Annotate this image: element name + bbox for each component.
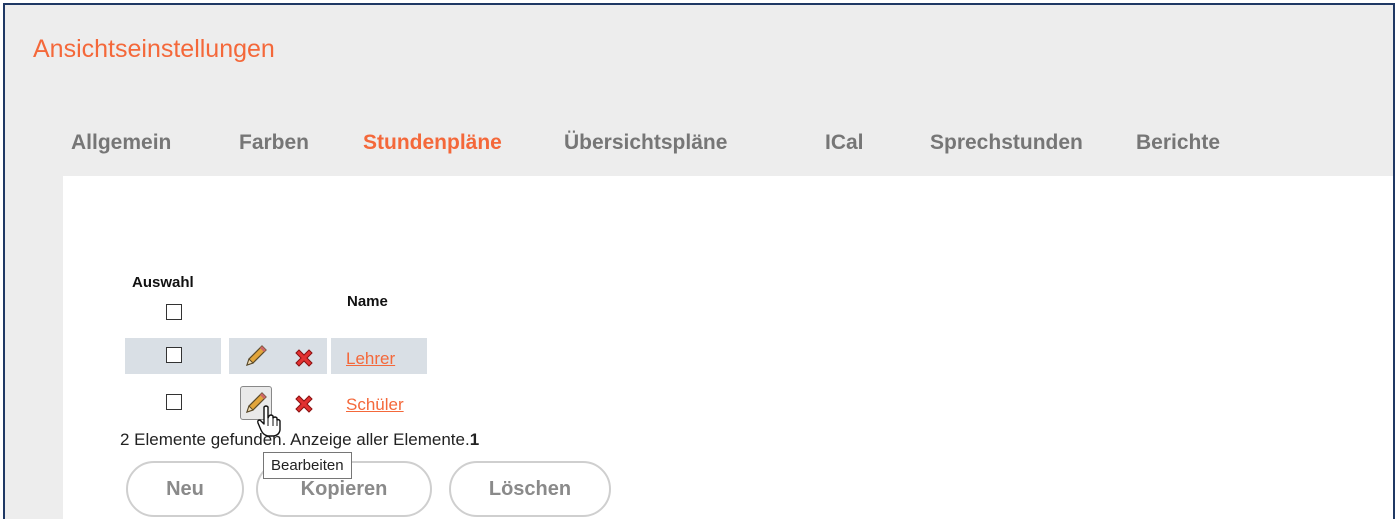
settings-window: Ansichtseinstellungen Allgemein Farben S…	[3, 3, 1395, 524]
edit-tooltip: Bearbeiten	[263, 452, 352, 479]
tab-stundenplaene[interactable]: Stundenpläne	[363, 131, 502, 155]
page-number[interactable]: 1	[470, 430, 479, 449]
status-text: 2 Elemente gefunden. Anzeige aller Eleme…	[120, 430, 470, 449]
select-all-checkbox[interactable]	[166, 304, 182, 320]
column-header-name: Name	[347, 293, 388, 310]
tab-uebersichtsplaene[interactable]: Übersichtspläne	[564, 131, 727, 155]
tab-farben[interactable]: Farben	[239, 131, 309, 155]
tab-berichte[interactable]: Berichte	[1136, 131, 1220, 155]
row-checkbox[interactable]	[166, 394, 182, 410]
tab-bar: Allgemein Farben Stundenpläne Übersichts…	[5, 127, 1393, 167]
pencil-icon[interactable]	[243, 343, 269, 374]
result-status: 2 Elemente gefunden. Anzeige aller Eleme…	[120, 430, 479, 450]
tab-ical[interactable]: ICal	[825, 131, 864, 155]
hand-cursor-icon	[256, 404, 282, 443]
row-name-link[interactable]: Schüler	[346, 395, 404, 415]
delete-button[interactable]: Löschen	[449, 461, 611, 517]
column-header-auswahl: Auswahl	[132, 274, 194, 291]
new-button[interactable]: Neu	[126, 461, 244, 517]
content-panel: Auswahl Name Lehrer Schüler 2 Elemente g…	[63, 176, 1393, 524]
row-name-link[interactable]: Lehrer	[346, 349, 395, 369]
red-x-icon[interactable]	[293, 393, 315, 420]
tab-sprechstunden[interactable]: Sprechstunden	[930, 131, 1083, 155]
red-x-icon[interactable]	[293, 347, 315, 374]
row-checkbox[interactable]	[166, 347, 182, 363]
tab-allgemein[interactable]: Allgemein	[71, 131, 171, 155]
page-title: Ansichtseinstellungen	[33, 35, 275, 63]
